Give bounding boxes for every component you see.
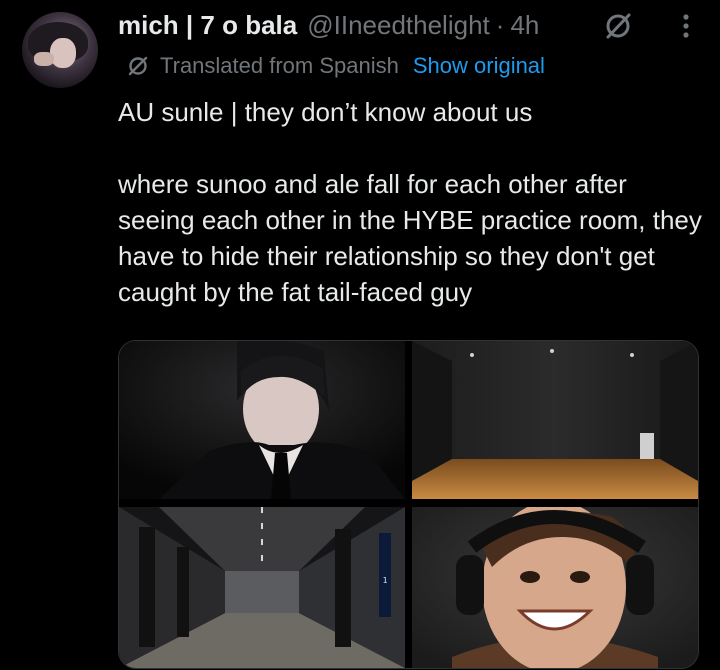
post-timestamp[interactable]: 4h [510,10,539,41]
photo-icon [412,341,698,499]
header-separator: · [495,9,505,40]
post-text: AU sunle | they don’t know about us wher… [118,94,708,310]
translation-notice: Translated from Spanish Show original [126,52,545,80]
post-header: mich | 7 o bala @IIneedthelight · 4h [118,8,539,42]
post[interactable]: mich | 7 o bala @IIneedthelight · 4h Tra… [0,0,720,670]
translated-from-label: Translated from Spanish [160,53,399,78]
author-handle[interactable]: @IIneedthelight [307,10,490,41]
translate-icon[interactable] [602,10,634,42]
media-photo-4[interactable] [412,507,698,668]
photo-icon [412,507,698,668]
post-text-line-2: where sunoo and ale fall for each other … [118,169,702,307]
translated-icon [128,56,148,76]
media-photo-1[interactable] [119,341,405,499]
photo-icon [119,341,405,499]
svg-text:1: 1 [383,576,388,585]
media-grid: 1 [118,340,699,669]
author-avatar[interactable] [22,12,98,88]
show-original-link[interactable]: Show original [413,53,545,79]
author-display-name[interactable]: mich | 7 o bala [118,10,297,41]
post-text-line-1: AU sunle | they don’t know about us [118,97,533,127]
photo-icon: 1 [119,507,405,668]
media-photo-3[interactable]: 1 [119,507,405,668]
avatar-face [50,38,76,68]
media-photo-2[interactable] [412,341,698,499]
more-options-icon[interactable] [670,10,702,42]
avatar-hand [34,52,54,66]
